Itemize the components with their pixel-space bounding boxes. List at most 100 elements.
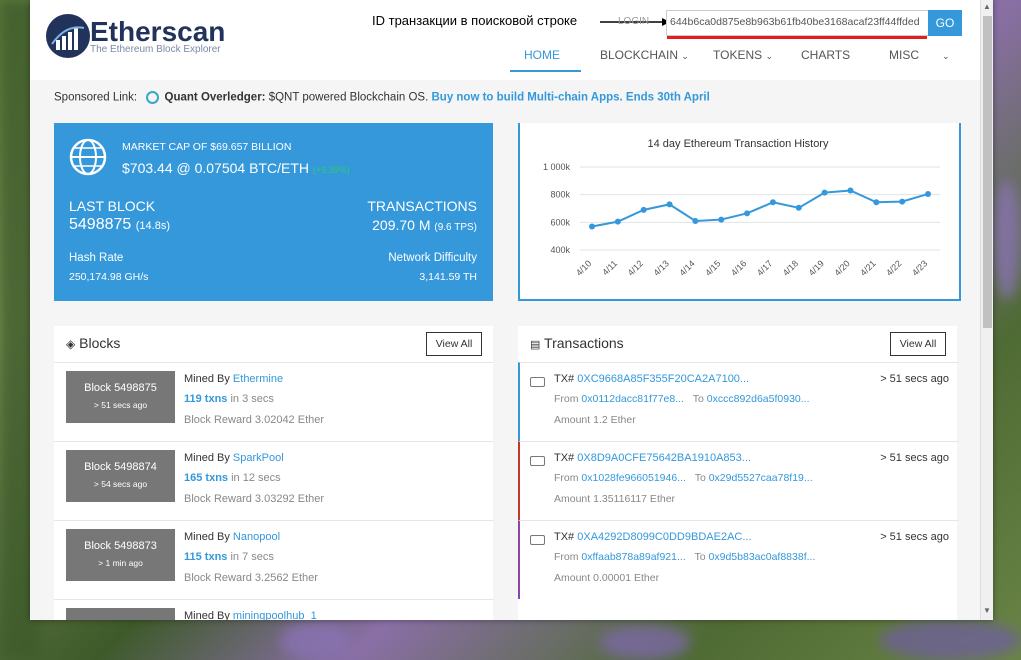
chart-data-point[interactable] bbox=[821, 189, 828, 196]
tx-from-link[interactable]: 0xffaab878a89af921... bbox=[581, 551, 685, 563]
nav-home[interactable]: HOME bbox=[524, 48, 560, 62]
tx-to-link[interactable]: 0x29d5527caa78f19... bbox=[709, 472, 813, 484]
chart-x-tick-label: 4/10 bbox=[574, 258, 593, 277]
block-age: > 51 secs ago bbox=[93, 400, 148, 410]
etherscan-logo-icon[interactable] bbox=[46, 14, 90, 58]
txn-count-link[interactable]: 119 txns bbox=[184, 393, 227, 405]
chart-x-tick-label: 4/17 bbox=[755, 258, 774, 277]
quant-icon bbox=[146, 91, 160, 104]
hdd-icon bbox=[530, 535, 545, 545]
tx-from-link[interactable]: 0x1028fe966051946... bbox=[581, 472, 686, 484]
chart-x-tick-label: 4/16 bbox=[729, 258, 748, 277]
sponsor-text: $QNT powered Blockchain OS. bbox=[265, 91, 429, 104]
tx-amount: Amount 1.35116117 Ether bbox=[554, 493, 676, 505]
chart-data-point[interactable] bbox=[666, 201, 673, 208]
nav-tokens[interactable]: TOKENS ⌄ bbox=[713, 48, 773, 62]
tx-hash-link[interactable]: 0XC9668A85F355F20CA2A7100... bbox=[577, 373, 749, 385]
block-tile[interactable] bbox=[66, 608, 175, 620]
list-icon: ▤ bbox=[530, 339, 541, 351]
chart-data-point[interactable] bbox=[692, 217, 699, 224]
chart-data-point[interactable] bbox=[640, 206, 647, 213]
chart-data-point[interactable] bbox=[795, 204, 802, 211]
chart-data-point[interactable] bbox=[589, 223, 595, 230]
txn-count-link[interactable]: 165 txns bbox=[184, 472, 228, 484]
chart-x-tick-label: 4/19 bbox=[807, 258, 826, 277]
transactions-label: TRANSACTIONS bbox=[367, 198, 477, 214]
scroll-up-icon[interactable]: ▲ bbox=[983, 2, 991, 11]
difficulty-label: Network Difficulty bbox=[388, 252, 477, 264]
block-reward: Block Reward 3.02042 Ether bbox=[184, 414, 325, 426]
hash-rate-value: 250,174.98 GH/s bbox=[69, 271, 149, 283]
annotation-underline bbox=[667, 36, 927, 39]
chart-data-point[interactable] bbox=[899, 198, 906, 205]
difficulty-value: 3,141.59 TH bbox=[419, 271, 477, 283]
page-scrollbar[interactable]: ▲ ▼ bbox=[980, 0, 993, 620]
txn-count-line: 115 txns in 7 secs bbox=[184, 551, 274, 563]
background-decoration bbox=[600, 625, 690, 660]
tx-to-link[interactable]: 0xccc892d6a5f0930... bbox=[707, 393, 810, 405]
chart-x-tick-label: 4/14 bbox=[677, 258, 696, 277]
chevron-down-icon[interactable]: ⌄ bbox=[942, 48, 950, 62]
chart-data-point[interactable] bbox=[614, 218, 621, 225]
tx-from-to: From 0x1028fe966051946... To 0x29d5527ca… bbox=[554, 472, 813, 484]
scrollbar-thumb[interactable] bbox=[983, 16, 992, 328]
scroll-down-icon[interactable]: ▼ bbox=[983, 606, 991, 615]
block-age: > 54 secs ago bbox=[93, 479, 148, 489]
hash-rate-label: Hash Rate bbox=[69, 252, 124, 264]
chart-data-point[interactable] bbox=[718, 216, 725, 223]
block-row: Block 5498873 > 1 min ago Mined By Nanop… bbox=[54, 520, 493, 599]
miner-link[interactable]: Nanopool bbox=[233, 531, 280, 543]
ether-price: $703.44 @ 0.07504 BTC/ETH (+9.39%) bbox=[122, 160, 350, 176]
background-decoration bbox=[880, 620, 1021, 660]
blocks-panel: ◈ Blocks View All Block 5498875 > 51 sec… bbox=[54, 326, 493, 620]
block-reward: Block Reward 3.03292 Ether bbox=[184, 493, 325, 505]
nav-blockchain[interactable]: BLOCKCHAIN ⌄ bbox=[600, 48, 689, 62]
miner-link[interactable]: Ethermine bbox=[233, 373, 283, 385]
transaction-row: TX# 0XA4292D8099C0DD9BDAE2AC... > 51 sec… bbox=[518, 520, 959, 599]
blocks-title: ◈ Blocks bbox=[66, 335, 121, 351]
block-reward: Block Reward 3.2562 Ether bbox=[184, 572, 318, 584]
chart-data-point[interactable] bbox=[769, 199, 776, 206]
miner-link[interactable]: miningpoolhub_1 bbox=[233, 610, 317, 620]
chart-data-point[interactable] bbox=[873, 199, 880, 206]
block-number[interactable]: Block 5498875 bbox=[66, 382, 175, 394]
chart-title: 14 day Ethereum Transaction History bbox=[648, 138, 829, 150]
chart-data-point[interactable] bbox=[925, 190, 931, 197]
block-tile[interactable]: Block 5498873 > 1 min ago bbox=[66, 529, 175, 581]
block-tile[interactable]: Block 5498874 > 54 secs ago bbox=[66, 450, 175, 502]
blocks-view-all-button[interactable]: View All bbox=[426, 332, 482, 356]
transactions-view-all-button[interactable]: View All bbox=[890, 332, 946, 356]
go-button[interactable]: GO bbox=[928, 10, 962, 36]
annotation-label: ID транзакции в поисковой строке bbox=[372, 13, 578, 28]
block-tile[interactable]: Block 5498875 > 51 secs ago bbox=[66, 371, 175, 423]
sponsor-link[interactable]: Buy now to build Multi-chain Apps. Ends … bbox=[431, 92, 709, 104]
chart-svg: 14 day Ethereum Transaction History 400k… bbox=[543, 138, 940, 278]
brand-tagline: The Ethereum Block Explorer bbox=[90, 44, 221, 55]
search-input[interactable] bbox=[667, 11, 923, 33]
txn-count-link[interactable]: 115 txns bbox=[184, 551, 227, 563]
block-number[interactable]: Block 5498874 bbox=[66, 461, 175, 473]
sponsored-link: Sponsored Link: Quant Overledger: $QNT p… bbox=[54, 91, 710, 104]
tx-amount: Amount 1.2 Ether bbox=[554, 414, 636, 426]
miner-link[interactable]: SparkPool bbox=[233, 452, 284, 464]
tx-to-link[interactable]: 0x9d5b83ac0af8838f... bbox=[709, 551, 816, 563]
miner-line: Mined By Nanopool bbox=[184, 531, 281, 543]
tx-from-to: From 0xffaab878a89af921... To 0x9d5b83ac… bbox=[554, 551, 816, 563]
chart-data-point[interactable] bbox=[744, 210, 751, 217]
tx-hash-link[interactable]: 0X8D9A0CFE75642BA1910A853... bbox=[577, 452, 751, 464]
transactions-title: ▤ Transactions bbox=[530, 335, 624, 351]
tx-from-link[interactable]: 0x0112dacc81f77e8... bbox=[581, 393, 684, 405]
login-link[interactable]: LOGIN bbox=[618, 16, 649, 27]
chart-y-tick-label: 600k bbox=[550, 217, 570, 227]
miner-line: Mined By miningpoolhub_1 bbox=[184, 610, 317, 620]
price-change: (+9.39%) bbox=[312, 165, 350, 175]
chart-x-tick-label: 4/22 bbox=[884, 258, 903, 277]
market-cap: MARKET CAP OF $69.657 BILLION bbox=[122, 141, 292, 153]
nav-misc[interactable]: MISC bbox=[889, 48, 919, 62]
nav-charts[interactable]: CHARTS bbox=[801, 48, 850, 62]
chart-data-point[interactable] bbox=[847, 187, 854, 194]
market-panel: MARKET CAP OF $69.657 BILLION $703.44 @ … bbox=[54, 123, 493, 301]
transaction-row: TX# 0X8D9A0CFE75642BA1910A853... > 51 se… bbox=[518, 441, 959, 520]
block-number[interactable]: Block 5498873 bbox=[66, 540, 175, 552]
tx-hash-link[interactable]: 0XA4292D8099C0DD9BDAE2AC... bbox=[577, 531, 751, 543]
